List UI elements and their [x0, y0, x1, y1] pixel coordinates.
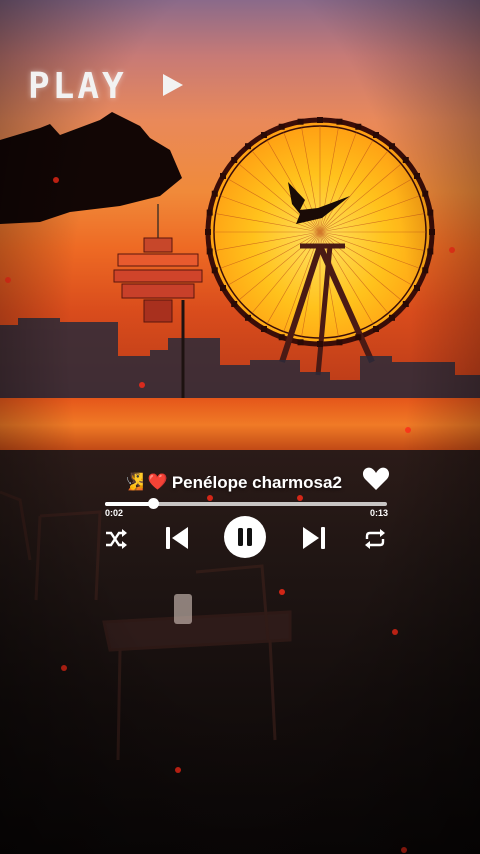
emoji-heart: ❤️ — [147, 474, 168, 491]
pause-button[interactable] — [224, 516, 266, 558]
progress-bar[interactable] — [105, 498, 387, 509]
progress-knob[interactable] — [147, 498, 159, 509]
progress-fill — [105, 502, 153, 506]
shuffle-icon[interactable] — [104, 528, 128, 550]
skip-previous-icon[interactable] — [163, 524, 191, 552]
heart-icon[interactable] — [362, 466, 390, 492]
repeat-icon[interactable] — [363, 528, 387, 550]
total-duration: 0:13 — [370, 508, 389, 518]
pause-icon — [238, 528, 252, 546]
track-info: 🧏 ❤️ Penélope charmosa2 — [124, 472, 342, 494]
emoji-person: 🧏 — [124, 474, 144, 491]
skip-next-icon[interactable] — [300, 524, 328, 552]
elapsed-time: 0:02 — [105, 508, 124, 518]
music-player-widget: 🧏 ❤️ Penélope charmosa2 0:02 0:13 — [0, 0, 480, 854]
track-title: Penélope charmosa2 — [171, 473, 342, 492]
